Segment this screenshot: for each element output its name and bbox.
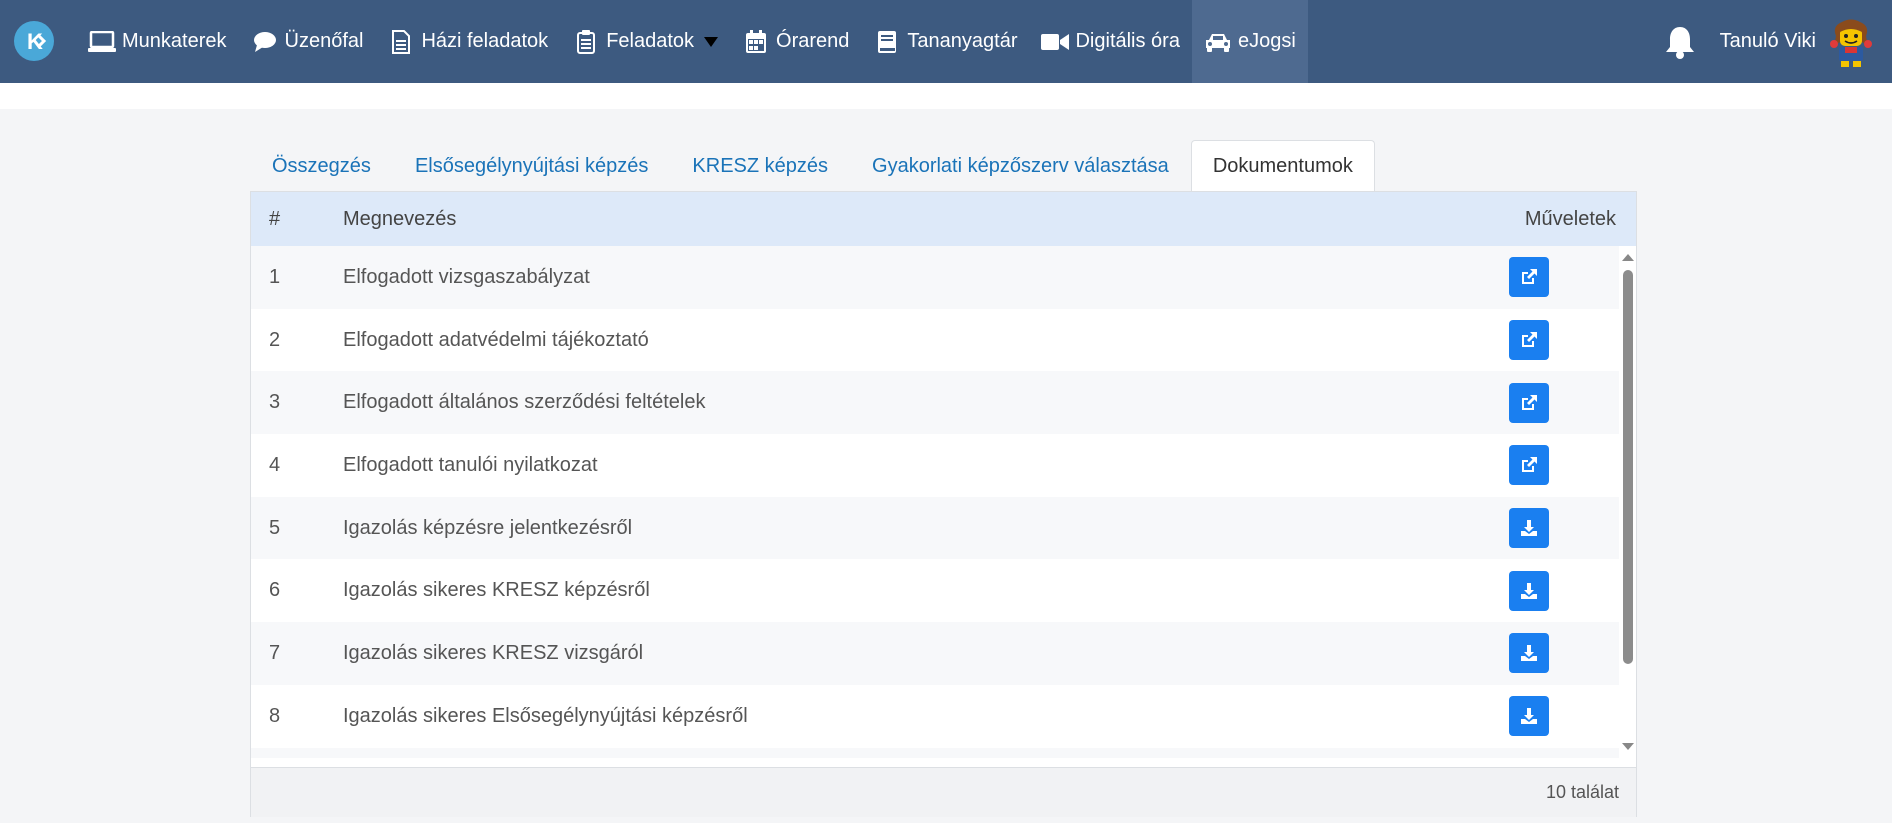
table-row: 1 Elfogadott vizsgaszabályzat bbox=[251, 246, 1619, 309]
table-row: 7 Igazolás sikeres KRESZ vizsgáról bbox=[251, 622, 1619, 685]
scrollbar-thumb[interactable] bbox=[1623, 270, 1633, 664]
user-area: Tanuló Viki bbox=[1662, 0, 1892, 83]
main-menu: Munkaterek Üzenőfal Házi feladatok Felad… bbox=[76, 0, 1308, 83]
document-name: Igazolás sikeres KRESZ vizsgáról bbox=[343, 641, 644, 664]
table-row-partial bbox=[251, 747, 1619, 758]
scroll-down-arrow-icon[interactable] bbox=[1622, 743, 1634, 750]
download-icon bbox=[1521, 582, 1537, 599]
tab-bar: Összegzés Elsősegélynyújtási képzés KRES… bbox=[250, 140, 1375, 192]
nav-item-label: Házi feladatok bbox=[421, 30, 549, 52]
comment-icon bbox=[251, 30, 279, 54]
car-icon bbox=[1204, 30, 1232, 54]
nav-item-label: eJogsi bbox=[1237, 30, 1296, 52]
row-number: 8 bbox=[269, 704, 281, 727]
column-header-actions: Műveletek bbox=[1524, 207, 1616, 230]
tab-dokumentumok[interactable]: Dokumentumok bbox=[1190, 140, 1375, 192]
row-number: 4 bbox=[269, 453, 281, 476]
table-body: 1 Elfogadott vizsgaszabályzat 2 Elfogado… bbox=[251, 246, 1619, 758]
row-number: 3 bbox=[269, 391, 281, 414]
table-row: 3 Elfogadott általános szerződési feltét… bbox=[251, 371, 1619, 435]
row-number: 2 bbox=[269, 328, 281, 351]
nav-item-hazi-feladatok[interactable]: Házi feladatok bbox=[375, 0, 560, 83]
row-number: 6 bbox=[269, 579, 281, 602]
external-link-icon bbox=[1522, 332, 1537, 348]
download-button[interactable] bbox=[1509, 570, 1549, 611]
documents-table: # Megnevezés Műveletek 1 Elfogadott vizs… bbox=[250, 191, 1637, 817]
caret-down-icon bbox=[704, 36, 719, 47]
table-row: 8 Igazolás sikeres Elsősegélynyújtási ké… bbox=[251, 684, 1619, 748]
avatar[interactable] bbox=[1828, 16, 1874, 68]
table-footer: 10 találat bbox=[251, 767, 1636, 817]
column-header-num[interactable]: # bbox=[269, 208, 280, 231]
row-number: 7 bbox=[269, 641, 281, 664]
video-icon bbox=[1041, 30, 1070, 54]
document-name: Elfogadott vizsgaszabályzat bbox=[343, 265, 590, 288]
open-document-button[interactable] bbox=[1509, 382, 1549, 423]
table-row: 4 Elfogadott tanulói nyilatkozat bbox=[251, 434, 1619, 497]
nav-item-label: Digitális óra bbox=[1075, 30, 1180, 52]
app-logo[interactable]: K bbox=[14, 21, 54, 61]
download-icon bbox=[1521, 708, 1537, 725]
tab-osszegzes[interactable]: Összegzés bbox=[250, 140, 393, 192]
table-row: 2 Elfogadott adatvédelmi tájékoztató bbox=[251, 308, 1619, 372]
table-row: 5 Igazolás képzésre jelentkezésről bbox=[251, 496, 1619, 560]
clipboard-icon bbox=[572, 29, 600, 54]
nav-item-orarend[interactable]: Órarend bbox=[730, 0, 861, 83]
external-link-icon bbox=[1522, 457, 1537, 473]
nav-item-label: Feladatok bbox=[606, 30, 695, 52]
result-count: 10 találat bbox=[1545, 782, 1619, 802]
document-name: Elfogadott tanulói nyilatkozat bbox=[343, 453, 598, 476]
bell-icon[interactable] bbox=[1662, 24, 1698, 60]
nav-item-label: Tananyagtár bbox=[907, 30, 1018, 52]
nav-item-label: Munkaterek bbox=[122, 30, 227, 52]
open-document-button[interactable] bbox=[1509, 320, 1549, 361]
document-name: Elfogadott általános szerződési feltétel… bbox=[343, 391, 706, 414]
external-link-icon bbox=[1522, 394, 1537, 410]
row-number: 1 bbox=[269, 265, 281, 288]
external-link-icon bbox=[1522, 269, 1537, 285]
document-name: Igazolás sikeres Elsősegélynyújtási képz… bbox=[343, 704, 748, 727]
nav-item-munkaterek[interactable]: Munkaterek bbox=[76, 0, 239, 83]
table-scrollbar[interactable] bbox=[1619, 246, 1636, 758]
table-row: 6 Igazolás sikeres KRESZ képzésről bbox=[251, 559, 1619, 623]
book-icon bbox=[873, 30, 901, 54]
tab-gyakorlati-kepzoszerv[interactable]: Gyakorlati képzőszerv választása bbox=[850, 140, 1191, 192]
nav-item-label: Üzenőfal bbox=[284, 30, 364, 52]
document-name: Elfogadott adatvédelmi tájékoztató bbox=[343, 328, 649, 351]
user-name[interactable]: Tanuló Viki bbox=[1720, 30, 1816, 53]
document-name: Igazolás sikeres KRESZ képzésről bbox=[343, 579, 650, 602]
nav-item-ejogsi[interactable]: eJogsi bbox=[1191, 0, 1308, 83]
document-name: Igazolás képzésre jelentkezésről bbox=[343, 516, 633, 539]
download-button[interactable] bbox=[1509, 633, 1549, 674]
nav-item-feladatok[interactable]: Feladatok bbox=[560, 0, 730, 83]
download-icon bbox=[1521, 520, 1537, 537]
download-button[interactable] bbox=[1509, 508, 1549, 549]
laptop-icon bbox=[88, 30, 116, 54]
open-document-button[interactable] bbox=[1509, 445, 1549, 486]
page-top-band bbox=[0, 83, 1892, 109]
download-button[interactable] bbox=[1509, 696, 1549, 737]
scroll-up-arrow-icon[interactable] bbox=[1622, 254, 1634, 261]
file-icon bbox=[387, 29, 415, 54]
row-number: 5 bbox=[269, 516, 281, 539]
top-navbar: K Munkaterek Üzenőfal Házi feladatok Fel… bbox=[0, 0, 1892, 83]
nav-item-label: Órarend bbox=[776, 30, 850, 52]
nav-item-digitalis-ora[interactable]: Digitális óra bbox=[1029, 0, 1191, 83]
svg-text:K: K bbox=[27, 29, 43, 54]
column-header-name[interactable]: Megnevezés bbox=[343, 208, 456, 231]
calendar-icon bbox=[742, 29, 770, 54]
open-document-button[interactable] bbox=[1509, 257, 1549, 298]
nav-item-uzenofal[interactable]: Üzenőfal bbox=[239, 0, 376, 83]
nav-item-tananyagtar[interactable]: Tananyagtár bbox=[861, 0, 1029, 83]
logo-icon: K bbox=[15, 22, 53, 60]
tab-elsosegely-kepzes[interactable]: Elsősegélynyújtási képzés bbox=[393, 140, 670, 192]
download-icon bbox=[1521, 645, 1537, 662]
download-button[interactable] bbox=[1509, 757, 1549, 758]
table-header: # Megnevezés Műveletek bbox=[251, 192, 1636, 246]
tab-kresz-kepzes[interactable]: KRESZ képzés bbox=[670, 140, 850, 192]
